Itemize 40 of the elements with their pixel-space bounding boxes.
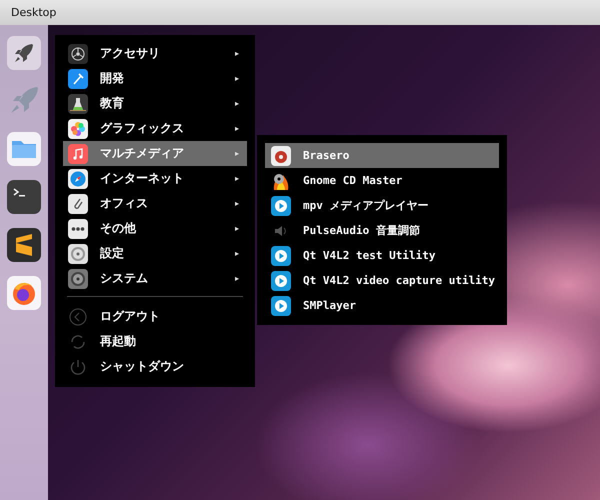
terminal-icon[interactable] (7, 180, 41, 214)
menu-item[interactable]: グラフィックス ▸ (63, 116, 247, 141)
menu-item[interactable]: Gnome CD Master (265, 168, 499, 193)
menu-item[interactable]: マルチメディア ▸ (63, 141, 247, 166)
play-icon (271, 196, 291, 216)
menu-item[interactable]: 設定 ▸ (63, 241, 247, 266)
menu-item[interactable]: インターネット ▸ (63, 166, 247, 191)
compass-icon (68, 168, 88, 188)
flask-icon (68, 94, 88, 114)
clip-icon (68, 194, 88, 214)
menu-item[interactable]: SMPlayer (265, 293, 499, 318)
flower-icon (68, 118, 88, 138)
settings-icon (68, 244, 88, 264)
hammer-icon (68, 68, 88, 88)
play-icon (271, 246, 291, 266)
menu-item[interactable]: 教育 ▸ (63, 91, 247, 116)
menu-item[interactable]: シャットダウン (63, 354, 247, 379)
rocket-icon[interactable] (7, 36, 41, 70)
logout-icon (68, 306, 88, 326)
firefox-icon[interactable] (7, 276, 41, 310)
menu-item[interactable]: アクセサリ ▸ (63, 41, 247, 66)
menu-item[interactable]: オフィス ▸ (63, 191, 247, 216)
menu-item[interactable]: システム ▸ (63, 266, 247, 291)
note-icon (68, 144, 88, 164)
gear-icon (68, 44, 88, 64)
system-icon (68, 268, 88, 288)
play-icon (271, 296, 291, 316)
window-title: Desktop (11, 6, 56, 19)
menu-item[interactable]: その他 ▸ (63, 216, 247, 241)
menu-item[interactable]: PulseAudio 音量調節 (265, 218, 499, 243)
menu-item[interactable]: Qt V4L2 test Utility (265, 243, 499, 268)
play-icon (271, 270, 291, 290)
menu-item[interactable]: Qt V4L2 video capture utility (265, 268, 499, 293)
dots-icon (68, 218, 88, 238)
menu-item[interactable]: 開発 ▸ (63, 66, 247, 91)
menu-item[interactable]: 再起動 (63, 329, 247, 354)
menu-item[interactable]: Brasero (265, 143, 499, 168)
sublime-text-icon[interactable] (7, 228, 41, 262)
menu-item[interactable]: ログアウト (63, 304, 247, 329)
menu-item[interactable]: mpv メディアプレイヤー (265, 193, 499, 218)
